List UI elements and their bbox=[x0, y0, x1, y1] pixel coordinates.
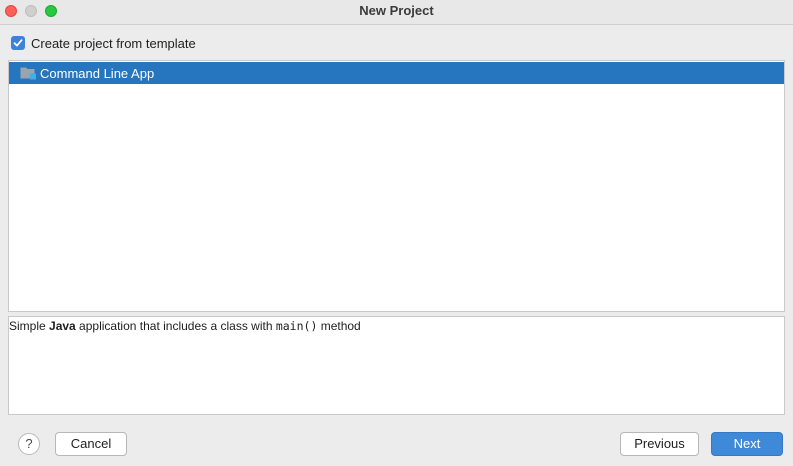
list-item-command-line-app[interactable]: Command Line App bbox=[9, 62, 784, 84]
template-checkbox-row[interactable]: Create project from template bbox=[11, 34, 196, 52]
window-title: New Project bbox=[359, 3, 434, 18]
cancel-button[interactable]: Cancel bbox=[55, 432, 127, 456]
description-middle: application that includes a class with bbox=[75, 319, 276, 333]
template-checkbox-label[interactable]: Create project from template bbox=[31, 36, 196, 51]
next-button[interactable]: Next bbox=[711, 432, 783, 456]
description-prefix: Simple bbox=[9, 319, 50, 333]
template-description: Simple Java application that includes a … bbox=[8, 316, 785, 415]
description-language: Java bbox=[49, 319, 76, 333]
title-bar: New Project bbox=[0, 0, 793, 25]
previous-button[interactable]: Previous bbox=[620, 432, 699, 456]
list-item-label: Command Line App bbox=[40, 65, 155, 81]
folder-icon bbox=[20, 67, 36, 80]
description-code: main() bbox=[275, 319, 318, 333]
help-button[interactable]: ? bbox=[18, 433, 40, 455]
description-suffix: method bbox=[317, 319, 361, 333]
template-list[interactable]: Command Line App bbox=[8, 60, 785, 312]
checkmark-icon bbox=[13, 39, 23, 47]
template-checkbox[interactable] bbox=[11, 36, 25, 50]
